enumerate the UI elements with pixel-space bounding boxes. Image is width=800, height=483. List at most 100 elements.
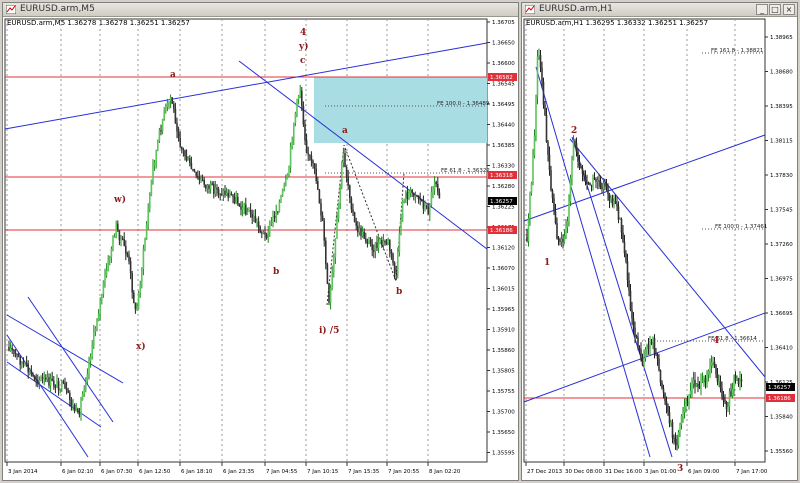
candle-body <box>557 238 560 240</box>
candle-body <box>718 381 720 383</box>
candle-body <box>373 250 375 252</box>
candle-body <box>33 375 36 380</box>
candle-body <box>27 364 29 373</box>
candle-body <box>317 181 319 190</box>
candle-body <box>611 198 614 205</box>
candle-body <box>725 402 728 410</box>
candle-body <box>607 186 609 195</box>
candle-body <box>131 273 133 293</box>
wave-label: b <box>396 287 402 297</box>
price-tick-label: 1.36280 <box>492 184 515 190</box>
candle-body <box>350 198 353 210</box>
candle-body <box>382 240 385 245</box>
candle-body <box>695 383 698 387</box>
candle-body <box>160 130 162 132</box>
price-chart-m5[interactable]: FE 100.0 - 1.36489 FE 61.8 - 1.36322 1.367… <box>3 17 518 480</box>
projection-line <box>326 144 405 306</box>
candle-body <box>713 361 716 366</box>
candle-body <box>671 422 674 438</box>
candle-body <box>674 438 677 443</box>
price-badge-label: 1.36318 <box>490 173 513 179</box>
candle-body <box>283 185 285 190</box>
candle-body <box>599 181 602 187</box>
maximize-button[interactable]: □ <box>769 4 781 15</box>
candle-body <box>601 186 603 190</box>
candle-body <box>273 215 276 218</box>
candle-body <box>405 192 407 200</box>
candle-body <box>83 389 85 394</box>
window-title-m5: EURUSD.arm,M5 <box>20 4 95 14</box>
candle-body <box>192 169 194 171</box>
price-tick-label: 1.35840 <box>770 415 793 421</box>
candle-body <box>43 377 45 379</box>
candle-body <box>326 264 329 284</box>
candle-body <box>182 149 185 151</box>
candle-body <box>692 379 695 384</box>
candle-body <box>709 365 711 372</box>
candle-body <box>22 362 25 364</box>
time-tick-label: 31 Dec 16:00 <box>605 469 642 475</box>
candle-body <box>91 345 93 357</box>
candle-body <box>563 236 566 243</box>
candle-body <box>294 113 297 124</box>
candle-body <box>227 192 229 198</box>
candle-body <box>334 238 337 258</box>
candle-body <box>532 155 534 183</box>
chart-window-m5[interactable]: EURUSD.arm,M5 EURUSD.arm,M5 1.36278 1.36… <box>2 2 519 481</box>
candle-body <box>86 374 89 382</box>
candle-body <box>187 158 189 161</box>
time-tick-label: 30 Dec 08:00 <box>565 469 602 475</box>
candle-body <box>257 221 260 227</box>
candle-body <box>139 284 141 293</box>
candle-body <box>149 195 151 209</box>
minimize-button[interactable]: _ <box>756 4 768 15</box>
candle-body <box>246 211 249 215</box>
candle-body <box>173 103 175 109</box>
candle-body <box>397 252 399 274</box>
window-titlebar-m5[interactable]: EURUSD.arm,M5 <box>3 3 518 17</box>
candle-body <box>336 218 338 239</box>
price-chart-h1[interactable]: FE 161.8 - 1.38821FE 100.0 - 1.37461FE 6… <box>522 17 797 480</box>
candle-body <box>581 168 584 174</box>
candle-body <box>259 226 261 233</box>
window-titlebar-h1[interactable]: EURUSD.arm,H1 _ □ × <box>522 3 797 17</box>
candle-body <box>587 183 590 185</box>
candle-body <box>297 96 300 100</box>
candle-body <box>700 380 702 388</box>
candle-body <box>381 240 383 245</box>
candle-body <box>659 370 662 383</box>
candle-body <box>217 189 220 194</box>
candle-body <box>707 371 710 375</box>
candle-body <box>400 221 402 234</box>
candle-body <box>25 362 28 365</box>
candle-body <box>697 383 699 387</box>
candle-body <box>222 190 225 196</box>
candle-body <box>533 135 536 156</box>
candle-body <box>54 385 57 388</box>
candle-body <box>590 185 593 187</box>
candle-body <box>361 231 364 237</box>
candle-body <box>219 193 221 195</box>
candle-body <box>541 67 543 82</box>
candle-body <box>19 357 21 365</box>
candle-body <box>617 206 620 220</box>
chart-window-h1[interactable]: EURUSD.arm,H1 _ □ × EURUSD.arm,H1 1.3629… <box>521 2 798 481</box>
fibo-label: FE 61.8 - 1.36322 <box>441 168 490 174</box>
candle-body <box>649 342 651 349</box>
price-badge-label: 1.36186 <box>768 396 791 402</box>
close-button[interactable]: × <box>783 4 795 15</box>
time-tick-label: 6 Jan 18:10 <box>181 469 213 475</box>
candle-body <box>572 140 575 160</box>
wave-label: 2 <box>571 126 577 136</box>
candle-body <box>115 223 117 237</box>
candle-body <box>229 193 231 198</box>
time-tick-label: 27 Dec 2013 <box>527 469 563 475</box>
candle-body <box>730 391 732 396</box>
candle-body <box>596 180 599 182</box>
candle-body <box>395 272 397 274</box>
candle-body <box>309 154 311 156</box>
price-tick-label: 1.35965 <box>492 307 515 313</box>
candle-body <box>24 362 26 364</box>
candle-body <box>251 214 253 218</box>
candle-body <box>125 245 127 254</box>
